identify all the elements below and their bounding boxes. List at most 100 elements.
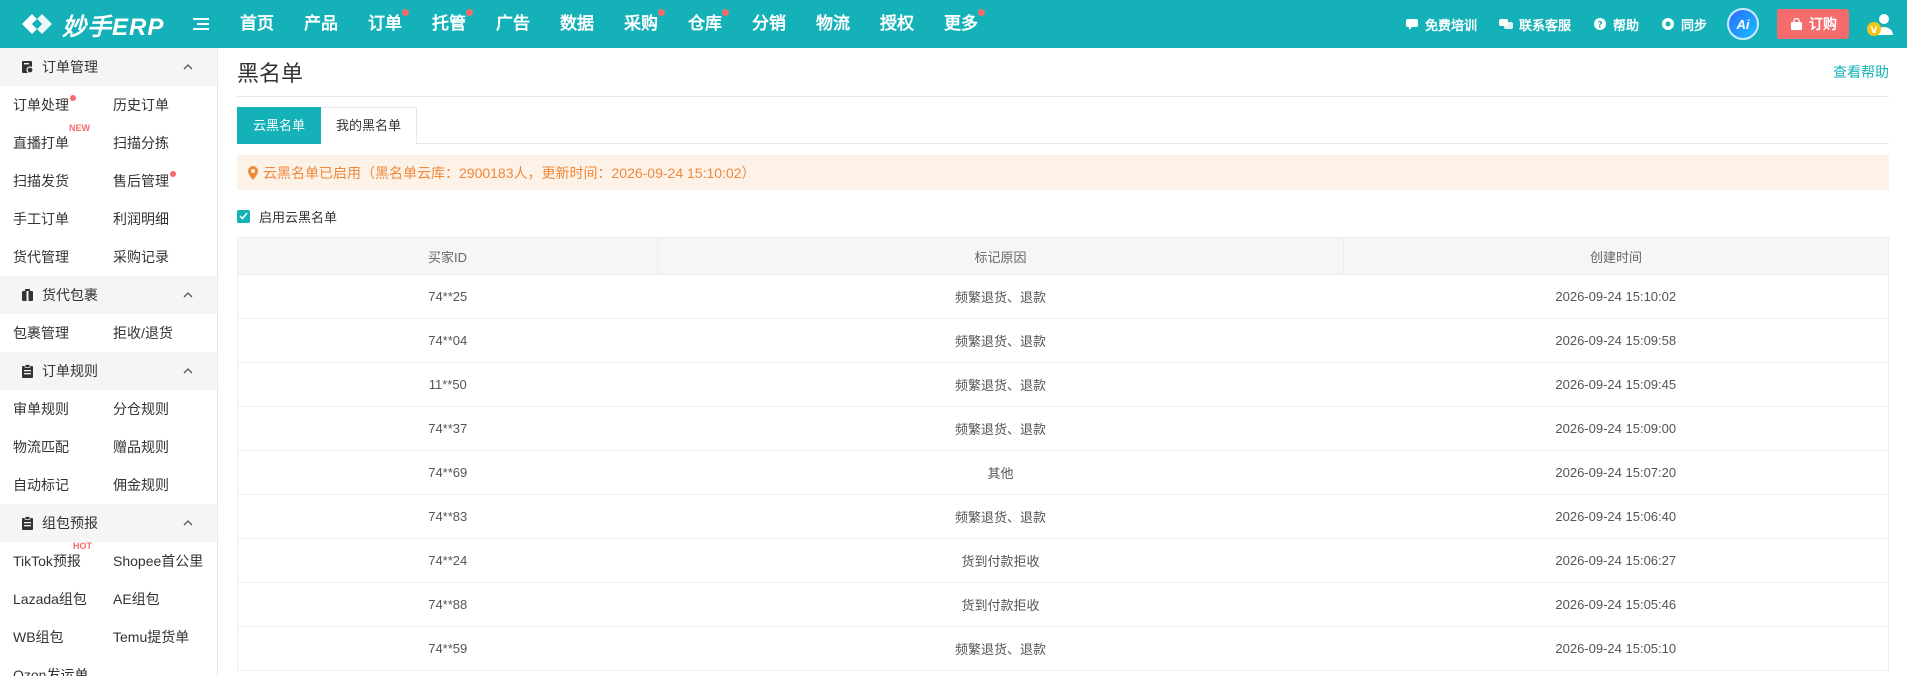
enable-cloud-blacklist-checkbox[interactable] bbox=[237, 209, 250, 223]
sidebar-item-label: 扫描分拣 bbox=[113, 135, 169, 151]
sidebar-item[interactable]: 分仓规则 bbox=[113, 390, 217, 428]
notification-dot bbox=[466, 9, 473, 16]
nav-item-6[interactable]: 采购 bbox=[609, 0, 673, 48]
sidebar-group-items: 订单处理 历史订单 直播打单 NEW 扫描分拣 扫描发货 售后管理 手工订单 利润明细 货代管理采… bbox=[0, 86, 217, 276]
sidebar-item[interactable]: AE组包 bbox=[113, 580, 217, 618]
sidebar-group-title: 订单管理 bbox=[42, 59, 98, 75]
sidebar-item[interactable]: 历史订单 bbox=[113, 86, 217, 124]
sidebar-item-label: 利润明细 bbox=[113, 211, 169, 227]
order-button-label: 订购 bbox=[1809, 16, 1837, 32]
table-row: 74**88 货到付款拒收 2026-09-24 15:05:46 bbox=[237, 582, 1889, 627]
created-time-cell: 2026-09-24 15:09:45 bbox=[1343, 362, 1889, 407]
sidebar-item[interactable]: 扫描分拣 bbox=[113, 124, 217, 162]
help-link[interactable]: ? 帮助 bbox=[1593, 15, 1639, 34]
sidebar-item[interactable]: 包裹管理 bbox=[13, 314, 113, 352]
sidebar-item[interactable]: Temu提货单 bbox=[113, 618, 217, 656]
sidebar-item-label: 手工订单 bbox=[13, 211, 69, 227]
reason-cell: 货到付款拒收 bbox=[657, 582, 1344, 627]
page-header: 黑名单 查看帮助 bbox=[237, 48, 1889, 97]
question-circle-icon: ? bbox=[1593, 17, 1607, 31]
tab-0[interactable]: 云黑名单 bbox=[237, 107, 322, 144]
sidebar-item[interactable]: 拒收/退货 bbox=[113, 314, 217, 352]
created-time-cell: 2026-09-24 15:06:40 bbox=[1343, 494, 1889, 539]
free-training-link[interactable]: 免费培训 bbox=[1405, 15, 1477, 34]
sidebar-group-0[interactable]: 订单管理 bbox=[0, 48, 217, 86]
sidebar-item-label: 物流匹配 bbox=[13, 439, 69, 455]
sidebar-group-items: 包裹管理 拒收/退货 bbox=[0, 314, 217, 352]
nav-item-0[interactable]: 首页 bbox=[225, 0, 289, 48]
sidebar-item[interactable]: 货代管理 bbox=[13, 238, 113, 276]
sidebar-item-label: 售后管理 bbox=[113, 173, 169, 189]
sidebar-item[interactable]: TikTok预报 HOT bbox=[13, 541, 113, 580]
created-time-cell: 2026-09-24 15:07:20 bbox=[1343, 450, 1889, 495]
sidebar-item[interactable]: 直播打单 NEW bbox=[13, 123, 113, 162]
nav-item-4[interactable]: 广告 bbox=[481, 0, 545, 48]
sidebar-item-tag: NEW bbox=[69, 123, 90, 133]
nav-item-3[interactable]: 托管 bbox=[417, 0, 481, 48]
reason-cell: 频繁退货、退款 bbox=[657, 494, 1344, 539]
order-button[interactable]: 订购 bbox=[1777, 9, 1849, 39]
sidebar-item[interactable]: 售后管理 bbox=[113, 162, 217, 200]
nav-item-7[interactable]: 仓库 bbox=[673, 0, 737, 48]
sidebar-group-title: 组包预报 bbox=[42, 515, 98, 531]
nav-item-8[interactable]: 分销 bbox=[737, 0, 801, 48]
nav-item-11[interactable]: 更多 bbox=[929, 0, 993, 48]
notification-dot bbox=[978, 9, 985, 16]
table-row: 74**04 频繁退货、退款 2026-09-24 15:09:58 bbox=[237, 318, 1889, 363]
nav-item-label: 更多 bbox=[944, 14, 978, 33]
logo[interactable]: 妙手ERP bbox=[0, 7, 185, 42]
contact-support-link[interactable]: 联系客服 bbox=[1498, 15, 1571, 34]
sidebar-item[interactable]: 赠品规则 bbox=[113, 428, 217, 466]
sidebar-item[interactable]: 审单规则 bbox=[13, 390, 113, 428]
nav-item-9[interactable]: 物流 bbox=[801, 0, 865, 48]
sidebar-item[interactable]: 利润明细 bbox=[113, 200, 217, 238]
sidebar-group-2[interactable]: 订单规则 bbox=[0, 352, 217, 390]
reason-cell: 频繁退货、退款 bbox=[657, 318, 1344, 363]
table-body: 74**25 频繁退货、退款 2026-09-24 15:10:02 74**04 频繁… bbox=[237, 274, 1889, 671]
sidebar-item[interactable]: Ozon发运单 bbox=[13, 656, 113, 676]
sidebar-item-label: 直播打单 bbox=[13, 135, 69, 151]
nav-item-10[interactable]: 授权 bbox=[865, 0, 929, 48]
sync-link[interactable]: 同步 bbox=[1661, 15, 1707, 34]
table-row: 74**59 频繁退货、退款 2026-09-24 15:05:10 bbox=[237, 626, 1889, 671]
user-avatar-icon[interactable]: V bbox=[1865, 9, 1895, 39]
contact-support-label: 联系客服 bbox=[1518, 17, 1571, 33]
notice-banner: 云黑名单已启用（黑名单云库：2900183人，更新时间：2026-09-24 1… bbox=[237, 155, 1889, 190]
sidebar-group-3[interactable]: 组包预报 bbox=[0, 504, 217, 542]
sidebar-item[interactable]: 手工订单 bbox=[13, 200, 113, 238]
package-icon bbox=[20, 288, 34, 302]
sidebar-group-1[interactable]: 货代包裹 bbox=[0, 276, 217, 314]
sidebar-item-label: 审单规则 bbox=[13, 401, 69, 417]
main-nav: 首页 产品 订单 托管 广告 数据 采购 仓库 分销 物流 授权 更多 bbox=[225, 0, 993, 48]
sidebar-item[interactable]: 物流匹配 bbox=[13, 428, 113, 466]
notification-dot bbox=[402, 9, 409, 16]
buyer-id-cell: 74**04 bbox=[237, 318, 658, 363]
reason-cell: 货到付款拒收 bbox=[657, 538, 1344, 583]
nav-item-label: 广告 bbox=[496, 14, 530, 33]
sidebar-item[interactable]: 佣金规则 bbox=[113, 466, 217, 504]
nav-item-label: 物流 bbox=[816, 14, 850, 33]
nav-item-5[interactable]: 数据 bbox=[545, 0, 609, 48]
sidebar-item[interactable]: 订单处理 bbox=[13, 86, 113, 124]
sidebar-item[interactable]: Lazada组包 bbox=[13, 580, 113, 618]
tab-1[interactable]: 我的黑名单 bbox=[321, 107, 418, 144]
chevron-up-icon bbox=[181, 364, 195, 378]
sidebar-item[interactable]: 扫描发货 bbox=[13, 162, 113, 200]
nav-item-label: 数据 bbox=[560, 14, 594, 33]
nav-item-label: 订单 bbox=[368, 14, 402, 33]
view-help-link[interactable]: 查看帮助 bbox=[1833, 62, 1889, 82]
sync-icon bbox=[1661, 17, 1675, 31]
sidebar-item[interactable]: 采购记录 bbox=[113, 238, 217, 276]
table-row: 74**37 频繁退货、退款 2026-09-24 15:09:00 bbox=[237, 406, 1889, 451]
menu-toggle-icon[interactable] bbox=[193, 14, 213, 34]
sidebar-item[interactable]: WB组包 bbox=[13, 618, 113, 656]
column-header: 买家ID bbox=[237, 237, 658, 275]
nav-item-1[interactable]: 产品 bbox=[289, 0, 353, 48]
sidebar-item[interactable]: 自动标记 bbox=[13, 466, 113, 504]
nav-item-2[interactable]: 订单 bbox=[353, 0, 417, 48]
sidebar-item-label: 拒收/退货 bbox=[113, 325, 173, 341]
logo-icon bbox=[18, 9, 56, 39]
clipboard-icon bbox=[20, 364, 34, 378]
sidebar-item[interactable]: Shopee首公里 bbox=[113, 542, 217, 580]
ai-assistant-button[interactable]: Ai bbox=[1727, 8, 1759, 40]
